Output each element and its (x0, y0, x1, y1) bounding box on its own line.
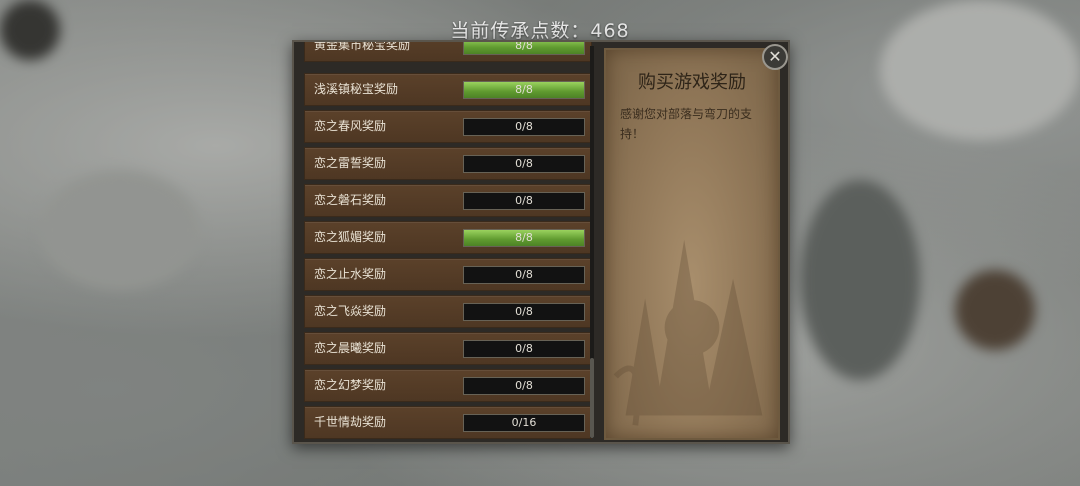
progress-text: 0/8 (515, 379, 533, 392)
reward-row[interactable]: 恋之狐媚奖励 8/8 (304, 221, 592, 254)
reward-name: 恋之狐媚奖励 (314, 230, 387, 244)
close-icon: ✕ (768, 47, 782, 66)
reward-list[interactable]: 黄金集市秘宝奖励 8/8 浅溪镇秘宝奖励 8/8 恋之春风奖励 0/8 恋之雷誓… (300, 42, 592, 440)
reward-name: 恋之磐石奖励 (314, 193, 387, 207)
reward-row[interactable]: 恋之飞焱奖励 0/8 (304, 295, 592, 328)
progress-text: 0/8 (515, 268, 533, 281)
reward-row[interactable]: 恋之止水奖励 0/8 (304, 258, 592, 291)
progress-text: 0/8 (515, 157, 533, 170)
scrollbar-thumb[interactable] (590, 358, 594, 438)
progress-text: 0/8 (515, 120, 533, 133)
reward-row[interactable]: 恋之幻梦奖励 0/8 (304, 369, 592, 402)
progress-text: 0/8 (515, 194, 533, 207)
reward-row[interactable]: 恋之磐石奖励 0/8 (304, 184, 592, 217)
info-title: 购买游戏奖励 (638, 72, 746, 93)
reward-name: 恋之雷誓奖励 (314, 156, 387, 170)
info-text: 感谢您对部落与弯刀的支持！ (620, 107, 753, 141)
reward-progress-bar: 0/8 (463, 192, 585, 210)
reward-name: 恋之幻梦奖励 (314, 378, 387, 392)
progress-text: 8/8 (515, 83, 533, 96)
reward-name: 恋之晨曦奖励 (314, 341, 387, 355)
reward-row[interactable]: 恋之雷誓奖励 0/8 (304, 147, 592, 180)
progress-text: 0/16 (511, 416, 537, 429)
reward-name: 黄金集市秘宝奖励 (314, 42, 411, 52)
reward-name: 恋之飞焱奖励 (314, 304, 387, 318)
progress-text: 0/8 (515, 342, 533, 355)
reward-row[interactable]: 千世情劫奖励 0/16 (304, 406, 592, 439)
reward-list-scrollbar[interactable] (590, 46, 594, 438)
reward-name: 恋之止水奖励 (314, 267, 387, 281)
reward-progress-bar: 0/16 (463, 414, 585, 432)
reward-row[interactable]: 浅溪镇秘宝奖励 8/8 (304, 73, 592, 106)
reward-name: 浅溪镇秘宝奖励 (314, 82, 399, 96)
reward-progress-bar: 0/8 (463, 155, 585, 173)
progress-text: 0/8 (515, 305, 533, 318)
reward-row[interactable]: 恋之春风奖励 0/8 (304, 110, 592, 143)
reward-name: 千世情劫奖励 (314, 415, 387, 429)
reward-row[interactable]: 恋之晨曦奖励 0/8 (304, 332, 592, 365)
progress-text: 8/8 (515, 231, 533, 244)
reward-name: 恋之春风奖励 (314, 119, 387, 133)
progress-text: 8/8 (515, 42, 533, 52)
reward-progress-bar: 0/8 (463, 118, 585, 136)
rewards-dialog: 黄金集市秘宝奖励 8/8 浅溪镇秘宝奖励 8/8 恋之春风奖励 0/8 恋之雷誓… (292, 40, 790, 444)
reward-progress-bar: 0/8 (463, 377, 585, 395)
purchase-info-panel: 购买游戏奖励 感谢您对部落与弯刀的支持！ (604, 48, 780, 440)
legacy-points-label: 当前传承点数：468 (450, 20, 630, 42)
reward-progress-bar: 0/8 (463, 303, 585, 321)
reward-progress-bar: 0/8 (463, 340, 585, 358)
reward-progress-bar: 8/8 (463, 81, 585, 99)
reward-row[interactable]: 黄金集市秘宝奖励 8/8 (304, 42, 592, 62)
reward-progress-bar: 8/8 (463, 42, 585, 55)
close-button[interactable]: ✕ (762, 44, 788, 70)
reward-progress-bar: 0/8 (463, 266, 585, 284)
reward-progress-bar: 8/8 (463, 229, 585, 247)
parchment-illustration (613, 239, 763, 426)
